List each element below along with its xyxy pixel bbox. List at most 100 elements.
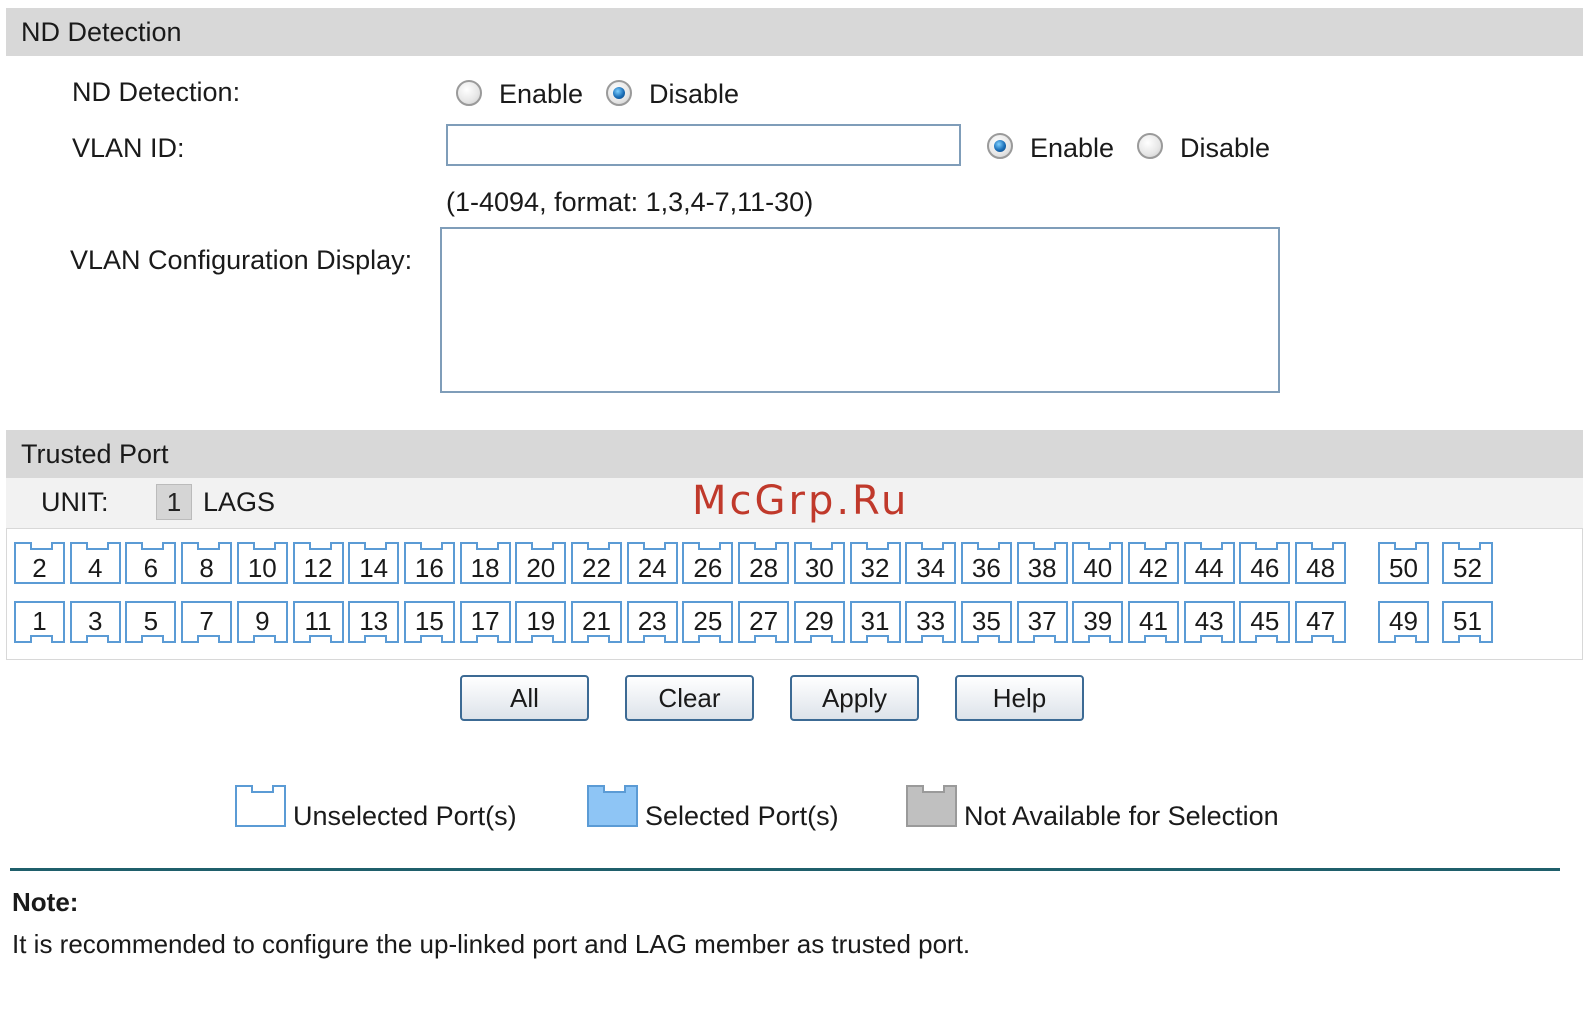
port-number: 30 [804, 553, 834, 583]
port-37[interactable]: 37 [1016, 601, 1068, 643]
port-tab [754, 542, 778, 550]
port-49[interactable]: 49 [1378, 601, 1429, 643]
nd-disable-label[interactable]: Disable [649, 79, 739, 110]
port-44[interactable]: 44 [1183, 542, 1235, 584]
vlan-id-input[interactable] [446, 124, 961, 166]
port-12[interactable]: 12 [292, 542, 344, 584]
port-18[interactable]: 18 [459, 542, 511, 584]
all-button[interactable]: All [460, 675, 589, 721]
port-33[interactable]: 33 [905, 601, 957, 643]
vlan-disable-label[interactable]: Disable [1180, 133, 1270, 164]
port-42[interactable]: 42 [1128, 542, 1179, 584]
port-tab [364, 635, 388, 643]
port-19[interactable]: 19 [515, 601, 567, 643]
note-title: Note: [12, 887, 79, 917]
port-number: 8 [199, 553, 214, 583]
port-tab [587, 542, 610, 550]
port-number: 18 [470, 553, 500, 583]
port-tab [1032, 542, 1056, 550]
port-number: 45 [1250, 606, 1280, 636]
port-9[interactable]: 9 [236, 601, 288, 643]
port-32[interactable]: 32 [849, 542, 901, 584]
port-tab [419, 542, 443, 550]
vlan-enable-radio[interactable] [987, 133, 1013, 159]
lags-link[interactable]: LAGS [203, 487, 275, 518]
port-41[interactable]: 41 [1128, 601, 1179, 643]
port-8[interactable]: 8 [181, 542, 233, 584]
port-25[interactable]: 25 [682, 601, 734, 643]
port-34[interactable]: 34 [905, 542, 957, 584]
unit-label: UNIT: [41, 487, 109, 517]
port-38[interactable]: 38 [1016, 542, 1068, 584]
port-20[interactable]: 20 [515, 542, 567, 584]
port-50[interactable]: 50 [1378, 542, 1429, 584]
port-35[interactable]: 35 [960, 601, 1012, 643]
port-40[interactable]: 40 [1072, 542, 1124, 584]
port-4[interactable]: 4 [69, 542, 121, 584]
port-number: 9 [255, 606, 270, 636]
port-tab [1255, 635, 1279, 643]
port-26[interactable]: 26 [682, 542, 734, 584]
nd-detection-header: ND Detection [6, 8, 1583, 56]
port-27[interactable]: 27 [738, 601, 790, 643]
port-1[interactable]: 1 [14, 601, 65, 643]
port-tab [30, 635, 53, 643]
port-48[interactable]: 48 [1295, 542, 1347, 584]
apply-button[interactable]: Apply [790, 675, 919, 721]
port-23[interactable]: 23 [626, 601, 678, 643]
port-tab [1458, 542, 1481, 550]
port-21[interactable]: 21 [571, 601, 622, 643]
port-number: 39 [1083, 606, 1113, 636]
port-number: 3 [87, 606, 103, 636]
nd-enable-radio[interactable] [456, 80, 482, 106]
selected-port-icon [587, 785, 638, 827]
clear-button[interactable]: Clear [625, 675, 754, 721]
port-28[interactable]: 28 [738, 542, 790, 584]
port-3[interactable]: 3 [69, 601, 121, 643]
port-45[interactable]: 45 [1239, 601, 1291, 643]
port-15[interactable]: 15 [403, 601, 455, 643]
port-tab [809, 542, 833, 550]
port-tab [252, 635, 276, 643]
nd-disable-radio[interactable] [606, 80, 632, 106]
nd-enable-label[interactable]: Enable [499, 79, 583, 110]
port-5[interactable]: 5 [125, 601, 177, 643]
vlan-config-display-textarea[interactable] [440, 227, 1280, 393]
legend-not-available-label: Not Available for Selection [964, 801, 1279, 831]
port-6[interactable]: 6 [125, 542, 177, 584]
port-tab [1199, 635, 1223, 643]
port-17[interactable]: 17 [459, 601, 511, 643]
port-number: 5 [143, 606, 159, 636]
unit-selector[interactable]: 1 [156, 484, 192, 520]
help-button[interactable]: Help [955, 675, 1084, 721]
port-43[interactable]: 43 [1183, 601, 1235, 643]
port-46[interactable]: 46 [1239, 542, 1291, 584]
port-11[interactable]: 11 [292, 601, 344, 643]
port-24[interactable]: 24 [626, 542, 678, 584]
port-31[interactable]: 31 [849, 601, 901, 643]
port-29[interactable]: 29 [793, 601, 845, 643]
port-14[interactable]: 14 [348, 542, 400, 584]
port-tab [1199, 542, 1223, 550]
port-47[interactable]: 47 [1295, 601, 1347, 643]
port-16[interactable]: 16 [403, 542, 455, 584]
port-10[interactable]: 10 [236, 542, 288, 584]
port-tab [30, 542, 53, 550]
port-52[interactable]: 52 [1442, 542, 1493, 584]
vlan-disable-radio[interactable] [1137, 133, 1163, 159]
divider [10, 868, 1560, 871]
port-7[interactable]: 7 [181, 601, 233, 643]
port-tab [698, 635, 722, 643]
port-36[interactable]: 36 [960, 542, 1012, 584]
port-2[interactable]: 2 [14, 542, 65, 584]
port-30[interactable]: 30 [793, 542, 845, 584]
port-number: 51 [1453, 606, 1482, 636]
vlan-enable-label[interactable]: Enable [1030, 133, 1114, 164]
port-22[interactable]: 22 [571, 542, 622, 584]
port-tab [921, 542, 945, 550]
port-51[interactable]: 51 [1442, 601, 1493, 643]
port-39[interactable]: 39 [1072, 601, 1124, 643]
port-13[interactable]: 13 [348, 601, 400, 643]
port-number: 33 [916, 606, 946, 636]
port-tab [976, 542, 1000, 550]
